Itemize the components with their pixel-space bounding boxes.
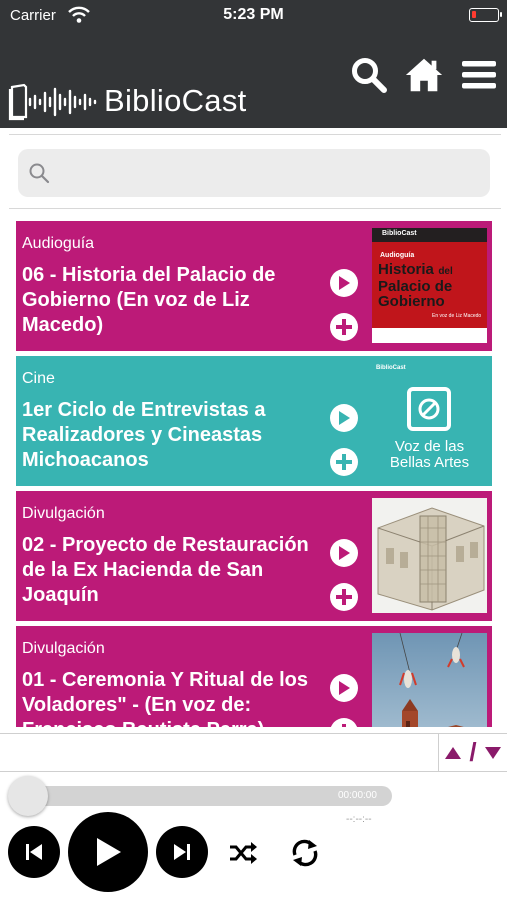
menu-icon [462,61,496,89]
divider [9,208,501,209]
play-item-button[interactable] [330,269,358,297]
item-category: Divulgación [22,505,105,522]
item-thumbnail[interactable]: BiblioCast Voz de las Bellas Artes [372,363,487,478]
status-bar: Carrier 5:23 PM [0,0,507,30]
search-icon [352,58,387,93]
content-list[interactable]: Audioguía 06 - Historia del Palacio de G… [16,221,492,727]
play-icon [339,546,350,560]
thumb-headline-4: Gobierno [378,293,445,310]
play-button[interactable] [68,812,148,892]
app-header: Carrier 5:23 PM BiblioCast [0,0,507,128]
search-button[interactable] [349,55,389,95]
divider [0,733,507,734]
shuffle-button[interactable] [228,838,258,868]
item-category: Divulgación [22,640,105,657]
status-time: 5:23 PM [223,6,284,23]
next-button[interactable] [156,826,208,878]
shuffle-icon [230,842,257,864]
search-input[interactable] [60,157,480,189]
down-arrow-icon[interactable] [484,746,501,759]
list-navigation: / [438,734,507,771]
item-category: Cine [22,370,55,387]
thumb-headline-2: del [438,266,453,277]
thumb-brand: BiblioCast [376,365,406,371]
item-title[interactable]: 01 - Ceremonia Y Ritual de los Voladores… [22,668,322,727]
item-thumbnail[interactable] [372,498,487,613]
remaining-time: --:--:-- [346,814,372,825]
thumb-brand: BiblioCast [382,230,417,237]
battery-icon [469,8,502,22]
item-title[interactable]: 02 - Proyecto de Restauración de la Ex H… [22,533,322,608]
progress-knob[interactable] [8,776,48,816]
repeat-button[interactable] [290,838,320,868]
up-arrow-icon[interactable] [445,746,462,759]
add-to-playlist-button[interactable] [330,313,358,341]
add-to-playlist-button[interactable] [330,448,358,476]
play-icon [339,681,350,695]
building-render-image [372,498,487,613]
item-thumbnail[interactable]: BiblioCast Audioguía Historia del Palaci… [372,228,487,343]
bibliocast-logo-icon [8,83,97,121]
plus-icon [336,454,352,470]
search-icon [29,163,50,184]
play-icon [97,838,121,866]
divider [0,771,507,772]
frame-logo-icon [407,387,451,431]
list-item[interactable]: Divulgación 01 - Ceremonia Y Ritual de l… [16,626,492,727]
menu-button[interactable] [459,55,499,95]
plus-icon [342,724,346,727]
play-item-button[interactable] [330,539,358,567]
item-thumbnail[interactable] [372,633,487,727]
list-item[interactable]: Cine 1er Ciclo de Entrevistas a Realizad… [16,356,492,486]
plus-icon [336,319,352,335]
add-to-playlist-button[interactable] [330,583,358,611]
app-name: BiblioCast [104,83,247,118]
home-icon [405,58,443,92]
plus-icon [336,589,352,605]
thumb-tag: Audioguía [380,252,415,259]
voladores-photo-image [372,633,487,727]
play-icon [339,411,350,425]
nav-separator: / [469,737,477,767]
progress-track[interactable] [10,786,392,806]
divider [9,134,501,135]
list-item[interactable]: Divulgación 02 - Proyecto de Restauració… [16,491,492,621]
add-to-playlist-button[interactable] [330,718,358,727]
home-button[interactable] [404,55,444,95]
item-title[interactable]: 1er Ciclo de Entrevistas a Realizadores … [22,398,322,473]
elapsed-time: 00:00:00 [338,790,377,801]
play-icon [339,276,350,290]
previous-icon [26,844,42,860]
thumb-headline-1: Historia [378,261,434,278]
item-title[interactable]: 06 - Historia del Palacio de Gobierno (E… [22,263,322,338]
thumb-line-2: Bellas Artes [389,454,470,471]
thumb-subtitle: En voz de Liz Macedo [432,313,482,319]
search-bar[interactable] [18,149,490,197]
play-item-button[interactable] [330,404,358,432]
app-logo[interactable]: BiblioCast [8,80,247,122]
item-category: Audioguía [22,235,95,252]
next-icon [174,844,190,860]
previous-button[interactable] [8,826,60,878]
thumb-line-1: Voz de las [394,438,465,455]
repeat-icon [292,839,318,867]
list-item[interactable]: Audioguía 06 - Historia del Palacio de G… [16,221,492,351]
play-item-button[interactable] [330,674,358,702]
